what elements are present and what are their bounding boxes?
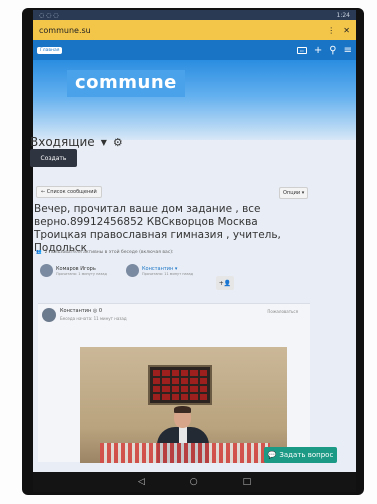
status-bar: ◌ ◌ ◌ 1:24: [33, 10, 356, 20]
android-nav-bar: ◁ ○ □: [33, 472, 356, 492]
plus-icon[interactable]: +: [314, 45, 322, 56]
users-icon: 👥: [36, 250, 42, 255]
url-text[interactable]: commune.su: [39, 26, 91, 35]
participant-read-time: Прочитано: 1 минуту назад: [56, 271, 107, 276]
inbox-title[interactable]: Входящие: [30, 135, 95, 149]
avatar[interactable]: [40, 264, 53, 277]
gear-icon[interactable]: ⚙: [113, 136, 123, 149]
create-button[interactable]: Создать: [30, 149, 77, 167]
participants-header: 2 пользователя активны в этой беседе (вк…: [44, 250, 174, 255]
menu-icon[interactable]: ≡: [344, 45, 352, 56]
report-link[interactable]: Пожаловаться: [267, 309, 298, 314]
message-author[interactable]: Константин ◎ 0: [60, 308, 102, 314]
participant-read-time: Прочитано: 11 минут назад: [142, 271, 194, 276]
chevron-down-icon[interactable]: ▼: [101, 138, 107, 147]
message-card: Константин ◎ 0 Беседа начата: 11 минут н…: [38, 303, 310, 463]
participant-item[interactable]: Константин ▾ Прочитано: 11 минут назад: [126, 264, 193, 277]
site-nav-bar: Главная ▭ + ⚲ ≡: [33, 40, 356, 60]
more-icon[interactable]: ⋮: [327, 26, 335, 35]
add-participant-button[interactable]: +👤: [216, 276, 234, 290]
ask-question-button[interactable]: 💬 Задать вопрос: [264, 447, 337, 463]
dialog-icon[interactable]: ▭: [296, 46, 307, 54]
recents-icon[interactable]: □: [243, 477, 252, 487]
commune-logo[interactable]: commune: [67, 70, 185, 97]
notification-icons: ◌ ◌ ◌: [39, 11, 59, 19]
ask-question-label: Задать вопрос: [279, 451, 334, 459]
status-time: 1:24: [336, 11, 350, 19]
avatar[interactable]: [126, 264, 139, 277]
hero-banner: commune: [33, 60, 356, 140]
photo-board: [148, 365, 212, 405]
chat-icon: 💬: [267, 451, 277, 459]
message-photo[interactable]: [80, 347, 287, 463]
options-button[interactable]: Опции ▾: [279, 187, 309, 199]
participants-panel: 👥 2 пользователя активны в этой беседе (…: [36, 250, 310, 298]
participant-item[interactable]: Комаров Игорь Прочитано: 1 минуту назад: [40, 264, 107, 277]
close-icon[interactable]: ✕: [343, 26, 350, 35]
inbox-header: Входящие ▼ ⚙: [30, 135, 123, 149]
conversation-subject: Вечер, прочитал ваше дом задание , все в…: [34, 203, 281, 254]
search-icon[interactable]: ⚲: [329, 45, 336, 56]
home-chip[interactable]: Главная: [37, 46, 63, 54]
avatar[interactable]: [42, 308, 56, 322]
photo-radiator: [100, 443, 270, 463]
back-icon[interactable]: ◁: [138, 477, 145, 487]
home-icon[interactable]: ○: [190, 477, 198, 487]
message-meta: Беседа начата: 11 минут назад: [60, 316, 127, 321]
browser-url-bar[interactable]: commune.su ⋮ ✕: [33, 20, 356, 40]
message-list-button[interactable]: ← Список сообщений: [36, 186, 102, 198]
